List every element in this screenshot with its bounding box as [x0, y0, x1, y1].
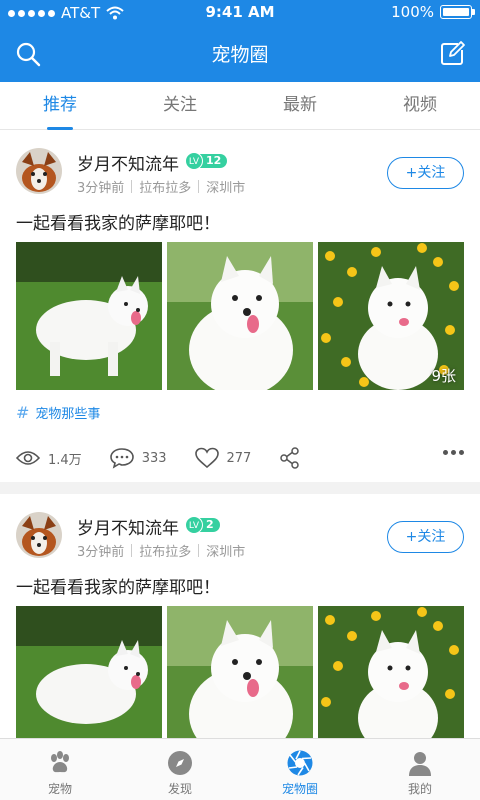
level-badge-icon: LV [185, 516, 203, 534]
eye-icon [16, 451, 40, 465]
comment-button[interactable]: 333 [109, 447, 167, 469]
divider [198, 180, 200, 193]
image-count: 9张 [431, 367, 456, 385]
post-text: 一起看看我家的萨摩耶吧！ [16, 578, 220, 598]
level-badge-icon: LV [185, 152, 203, 170]
level-badge: LV 12 [185, 152, 228, 170]
divider [131, 544, 133, 557]
post-image[interactable] [167, 242, 313, 390]
comments-count: 333 [141, 450, 167, 466]
tab-video[interactable]: 视频 [360, 82, 480, 129]
divider [198, 544, 200, 557]
topic-tag[interactable]: # 宠物那些事 [0, 390, 480, 434]
hashtag-icon: # [16, 402, 30, 422]
tabbar-label: 宠物圈 [281, 782, 318, 796]
aperture-icon [287, 750, 313, 776]
feed-list[interactable]: 岁月不知流年 LV 12 3分钟前 拉布拉多 深圳市 +关注 一起看看我家的萨摩… [0, 130, 480, 738]
post-image[interactable]: 9张 [318, 242, 464, 390]
post-city: 深圳市 [206, 545, 246, 560]
post-breed: 拉布拉多 [139, 181, 192, 196]
share-button[interactable] [279, 447, 301, 469]
post-images: 9张 [0, 242, 480, 390]
like-button[interactable]: 277 [194, 447, 252, 469]
post-meta: 3分钟前 拉布拉多 深圳市 [77, 541, 245, 560]
edit-icon[interactable] [438, 40, 466, 68]
post-city: 深圳市 [206, 181, 246, 196]
paw-icon [51, 751, 69, 773]
post-username[interactable]: 岁月不知流年 [77, 514, 179, 539]
tab-recommended[interactable]: 推荐 [0, 82, 120, 130]
post-card: 岁月不知流年 LV 12 3分钟前 拉布拉多 深圳市 +关注 一起看看我家的萨摩… [0, 130, 480, 482]
bottom-tab-bar: 宠物 发现 宠物圈 我的 [0, 738, 480, 800]
post-time: 3分钟前 [77, 545, 125, 560]
tabbar-label: 宠物 [47, 782, 72, 796]
comment-icon [109, 448, 134, 469]
feed-tabs: 推荐 关注 最新 视频 [0, 82, 480, 130]
battery-icon [440, 5, 475, 19]
compass-icon [168, 751, 192, 775]
post-image[interactable] [167, 606, 313, 738]
post-time: 3分钟前 [77, 181, 125, 196]
post-text: 一起看看我家的萨摩耶吧！ [16, 214, 220, 234]
divider [131, 180, 133, 193]
views-count: 1.4万 [48, 452, 82, 468]
likes-count: 277 [226, 450, 252, 466]
heart-icon [194, 447, 219, 469]
nav-bar: 宠物圈 [0, 26, 480, 82]
tabbar-item-discover[interactable]: 发现 [120, 739, 240, 800]
topic-label: 宠物那些事 [35, 406, 101, 422]
avatar[interactable] [16, 148, 62, 194]
status-bar: AT&T 9:41 AM 100% [0, 0, 480, 26]
more-icon[interactable] [443, 450, 464, 455]
follow-button[interactable]: +关注 [387, 157, 464, 189]
post-header: 岁月不知流年 LV 12 3分钟前 拉布拉多 深圳市 +关注 [0, 130, 480, 214]
tab-latest[interactable]: 最新 [240, 82, 360, 129]
avatar[interactable] [16, 512, 62, 558]
views-stat: 1.4万 [16, 449, 82, 468]
post-image[interactable] [16, 242, 162, 390]
post-image[interactable] [318, 606, 464, 738]
share-icon [280, 447, 300, 469]
post-image[interactable] [16, 606, 162, 738]
user-icon [409, 752, 431, 776]
battery-status: 100% [391, 3, 475, 21]
tab-following[interactable]: 关注 [120, 82, 240, 129]
tabbar-item-pet-circle[interactable]: 宠物圈 [240, 739, 360, 800]
page-title: 宠物圈 [211, 44, 269, 66]
tabbar-label: 发现 [167, 782, 192, 796]
tabbar-item-pets[interactable]: 宠物 [0, 739, 120, 800]
tabbar-label: 我的 [407, 782, 432, 796]
post-meta: 3分钟前 拉布拉多 深圳市 [77, 177, 245, 196]
battery-label: 100% [391, 3, 434, 21]
top-bar: AT&T 9:41 AM 100% 宠物圈 [0, 0, 480, 82]
post-card: 岁月不知流年 LV 2 3分钟前 拉布拉多 深圳市 +关注 一起看看我家的萨摩耶… [0, 494, 480, 738]
post-images [0, 606, 480, 738]
post-username[interactable]: 岁月不知流年 [77, 150, 179, 175]
post-actions: 1.4万 333 277 [0, 434, 480, 482]
post-header: 岁月不知流年 LV 2 3分钟前 拉布拉多 深圳市 +关注 [0, 494, 480, 578]
tabbar-item-me[interactable]: 我的 [360, 739, 480, 800]
follow-button[interactable]: +关注 [387, 521, 464, 553]
level-badge: LV 2 [185, 516, 220, 534]
post-breed: 拉布拉多 [139, 545, 192, 560]
